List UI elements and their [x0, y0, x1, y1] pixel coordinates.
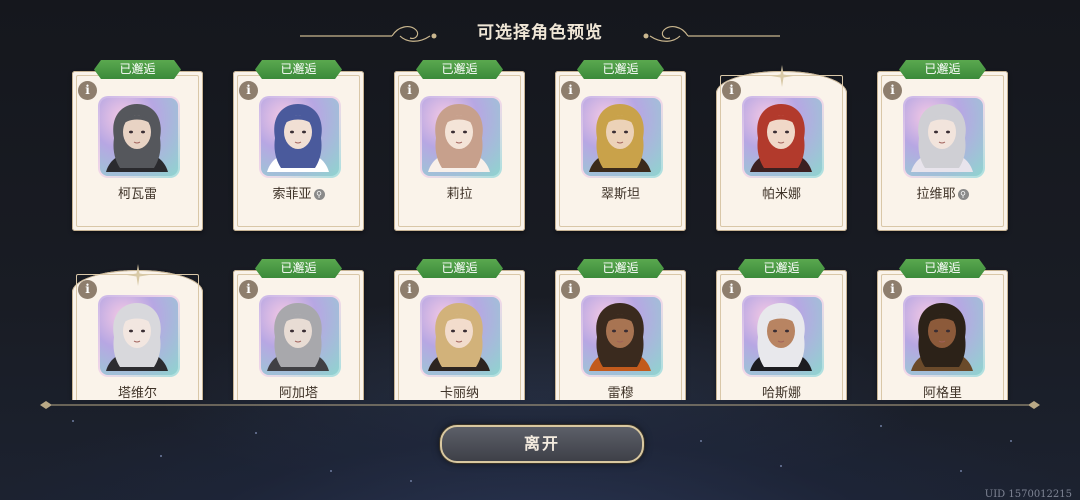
character-name-row: 柯瓦雷	[72, 183, 203, 202]
met-badge: 已邂逅	[255, 60, 342, 79]
met-badge: 已邂逅	[577, 259, 664, 278]
met-badge: 已邂逅	[416, 259, 503, 278]
character-portrait	[742, 96, 824, 178]
character-portrait	[420, 295, 502, 377]
character-card[interactable]: 已邂逅 i 翠斯坦	[555, 60, 686, 231]
character-portrait	[259, 295, 341, 377]
info-icon[interactable]: i	[78, 280, 97, 299]
character-name: 拉维耶	[916, 187, 956, 202]
character-card[interactable]: 已邂逅 i 哈斯娜	[716, 259, 847, 400]
info-icon[interactable]: i	[883, 280, 902, 299]
character-portrait	[581, 96, 663, 178]
met-badge: 已邂逅	[255, 259, 342, 278]
character-name: 柯瓦雷	[117, 187, 157, 202]
met-badge: 已邂逅	[577, 60, 664, 79]
info-icon[interactable]: i	[722, 280, 741, 299]
character-card[interactable]: 已邂逅 i 莉拉	[394, 60, 525, 231]
character-card[interactable]: 已邂逅 i 阿格里	[877, 259, 1008, 400]
character-portrait	[259, 96, 341, 178]
info-icon[interactable]: i	[722, 81, 741, 100]
info-icon[interactable]: i	[561, 280, 580, 299]
character-name: 莉拉	[446, 187, 473, 202]
character-name-row: 帕米娜	[716, 183, 847, 202]
character-card[interactable]: 已邂逅 i 阿加塔	[233, 259, 364, 400]
character-name-row: 索菲亚 ⚲	[233, 183, 364, 202]
uid-label: UID 1570012215	[984, 489, 1072, 500]
met-badge: 已邂逅	[738, 259, 825, 278]
character-portrait	[581, 295, 663, 377]
character-card[interactable]: 已邂逅 i 拉维耶 ⚲	[877, 60, 1008, 231]
info-icon[interactable]: i	[239, 81, 258, 100]
character-card[interactable]: i 帕米娜	[716, 65, 847, 231]
character-portrait	[98, 295, 180, 377]
character-card[interactable]: 已邂逅 i 索菲亚 ⚲	[233, 60, 364, 231]
met-badge: 已邂逅	[416, 60, 503, 79]
met-badge: 已邂逅	[899, 60, 986, 79]
character-card[interactable]: i 塔维尔	[72, 264, 203, 400]
character-name-row: 翠斯坦	[555, 183, 686, 202]
info-icon[interactable]: i	[78, 81, 97, 100]
lock-icon: ⚲	[313, 189, 325, 200]
info-icon[interactable]: i	[883, 81, 902, 100]
info-icon[interactable]: i	[239, 280, 258, 299]
met-badge: 已邂逅	[94, 60, 181, 79]
lock-icon: ⚲	[957, 189, 969, 200]
sparkle-icon	[127, 264, 149, 286]
character-name: 帕米娜	[761, 187, 801, 202]
character-name: 翠斯坦	[600, 187, 640, 202]
character-card[interactable]: 已邂逅 i 柯瓦雷	[72, 60, 203, 231]
leave-button[interactable]: 离开	[440, 425, 644, 463]
character-card[interactable]: 已邂逅 i 雷穆	[555, 259, 686, 400]
character-name-row: 拉维耶 ⚲	[877, 183, 1008, 202]
info-icon[interactable]: i	[561, 81, 580, 100]
grid-divider	[40, 401, 1040, 409]
character-portrait	[903, 295, 985, 377]
met-badge: 已邂逅	[899, 259, 986, 278]
character-card[interactable]: 已邂逅 i 卡丽纳	[394, 259, 525, 400]
sparkle-icon	[771, 65, 793, 87]
character-portrait	[98, 96, 180, 178]
character-name: 索菲亚	[272, 187, 312, 202]
info-icon[interactable]: i	[400, 81, 419, 100]
character-portrait	[903, 96, 985, 178]
character-portrait	[742, 295, 824, 377]
character-name-row: 莉拉	[394, 183, 525, 202]
info-icon[interactable]: i	[400, 280, 419, 299]
character-grid[interactable]: 已邂逅 i 柯瓦雷 已邂逅 i 索菲亚 ⚲ 已邂逅 i 莉拉 已邂逅 i 翠斯坦 i	[0, 0, 1080, 400]
character-portrait	[420, 96, 502, 178]
